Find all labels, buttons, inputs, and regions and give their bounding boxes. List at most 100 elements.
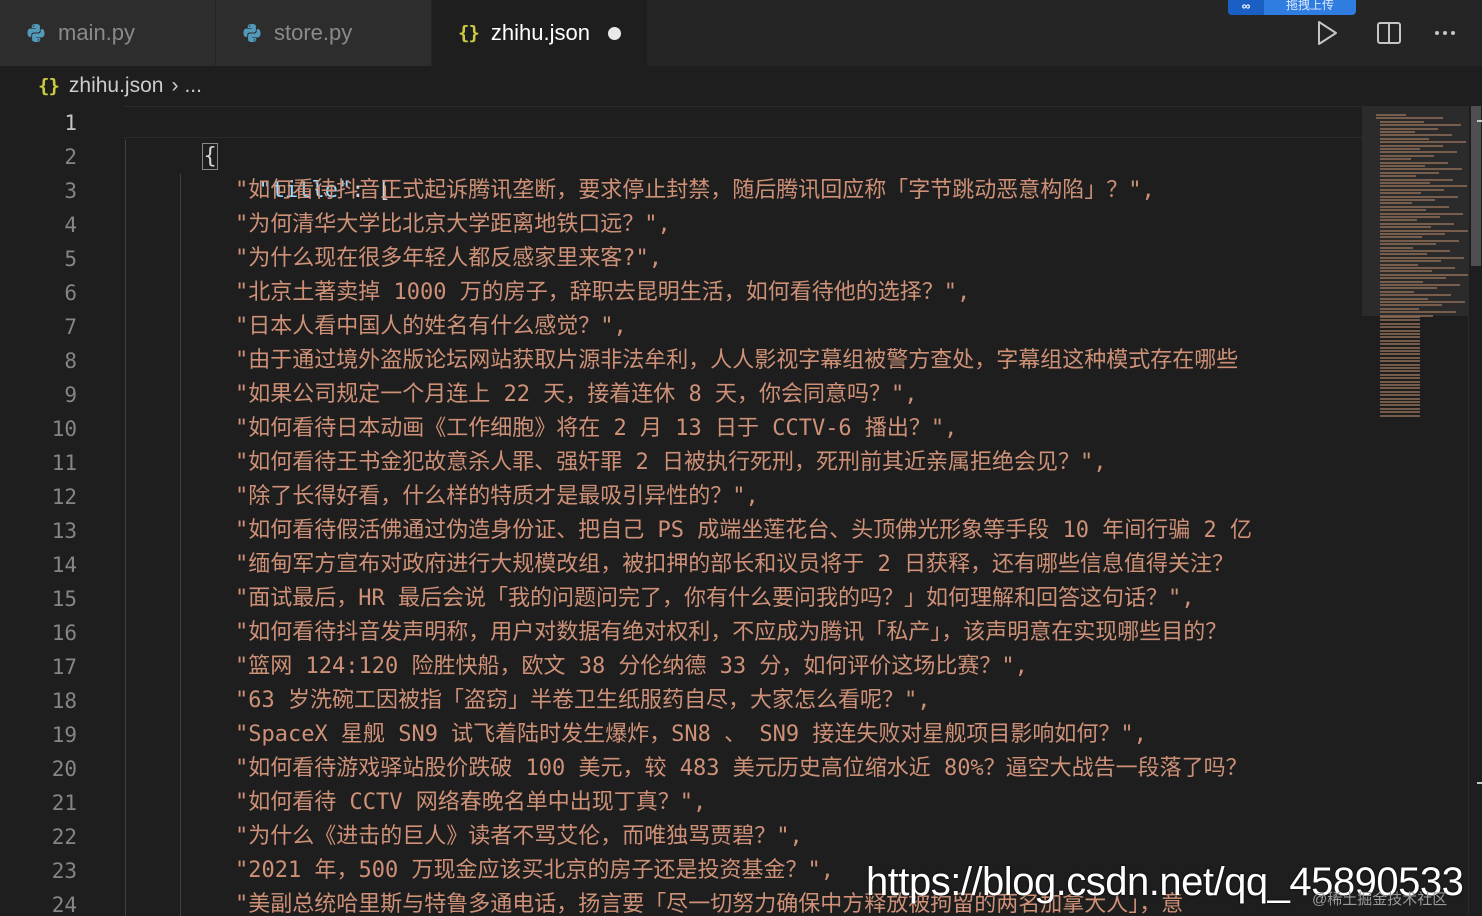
minimap-line [1380,267,1455,269]
minimap[interactable] [1362,106,1470,916]
json-braces-icon: {} [38,75,60,97]
minimap-line [1380,171,1439,174]
run-button[interactable] [1312,0,1342,66]
minimap-line [1380,195,1458,198]
minimap-line [1380,350,1420,352]
minimap-line [1380,158,1411,161]
minimap-line [1380,205,1449,208]
line-number: 23 [51,859,77,883]
json-string-line: "由于通过境外盗版论坛网站获取片源非法牟利，人人影视字幕组被警方查处，字幕组这种… [235,348,1239,373]
minimap-line [1380,148,1420,150]
unsaved-dot-icon[interactable] [607,26,621,40]
minimap-line [1380,326,1420,329]
minimap-line [1380,287,1437,290]
json-string-line: "为何清华大学比北京大学距离地铁口远？", [235,212,671,237]
upload-label: 拖拽上传 [1285,0,1334,12]
chevron-right-icon: › [171,74,179,97]
tab-label: zhihu.json [490,20,590,45]
line-number: 3 [64,179,77,203]
json-string-line: "北京土著卖掉 1000 万的房子，辞职去昆明生活，如何看待他的选择？", [235,280,971,305]
minimap-line [1380,134,1452,137]
minimap-line [1380,226,1431,229]
minimap-line [1380,263,1418,266]
minimap-line [1380,360,1420,363]
minimap-line [1380,273,1469,276]
code-line-1: { [124,106,218,170]
code-area[interactable]: { "title": [ "如何看待抖音正式起诉腾讯垄断，要求停止封禁，随后腾讯… [124,106,1362,916]
minimap-line [1380,192,1421,195]
line-number: 19 [51,723,77,747]
json-string-line: "如何看待抖音正式起诉腾讯垄断，要求停止封禁，随后腾讯回应称「字节跳动恶意构陷」… [235,178,1155,203]
minimap-line [1380,319,1420,322]
json-string-line: "除了长得好看，什么样的特质才是最吸引异性的？", [235,484,759,509]
json-string-line: "如何看待王书金犯故意杀人罪、强奸罪 2 日被执行死刑，死刑前其近亲属拒绝会见？… [235,450,1107,475]
scrollbar-thumb[interactable] [1471,106,1481,266]
json-string-line: "面试最后，HR 最后会说「我的问题问完了，你有什么要问我的吗？」如何理解和回答… [235,586,1195,611]
scrollbar-marker [1477,782,1482,784]
minimap-line [1380,137,1429,140]
vertical-scrollbar[interactable] [1468,106,1482,916]
minimap-line [1380,384,1420,386]
minimap-line [1380,373,1420,376]
minimap-line [1380,260,1441,263]
breadcrumb-rest[interactable]: ... [184,74,202,98]
json-string-line: "缅甸军方宣布对政府进行大规模改组，被扣押的部长和议员将于 2 日获释，还有哪些… [235,552,1234,577]
code-editor[interactable]: 1 2 3 4 5 6 7 8 9 10 11 12 13 14 15 16 17 18 19 20 21 22 23 24 … [0,106,1482,916]
minimap-line [1380,219,1417,222]
minimap-line [1380,233,1445,235]
line-number: 16 [51,621,77,645]
minimap-line [1380,199,1435,201]
minimap-line [1380,367,1420,369]
minimap-line [1380,322,1420,325]
minimap-line [1380,212,1463,215]
tab-store-py[interactable]: store.py [216,0,432,66]
minimap-line [1380,239,1459,242]
line-number: 2 [64,145,77,169]
line-number: 24 [51,893,77,916]
line-number: 13 [51,519,77,543]
minimap-line [1380,307,1419,310]
minimap-line [1380,222,1454,225]
minimap-line [1380,185,1467,188]
line-number: 4 [64,213,77,237]
minimap-line [1380,168,1462,171]
split-editor-button[interactable] [1374,0,1404,66]
minimap-line [1380,353,1420,356]
json-string-line: "63 岁洗碗工因被指「盗窃」半卷卫生纸服药自尽，大家怎么看呢？", [235,688,931,713]
line-number: 1 [64,111,77,135]
ellipsis-icon [1435,31,1455,35]
indent-guide [180,174,181,916]
minimap-line [1380,182,1430,184]
minimap-line [1380,346,1420,349]
more-actions-button[interactable] [1430,0,1460,66]
minimap-line [1380,127,1438,130]
minimap-line [1380,394,1420,397]
minimap-line [1380,229,1468,232]
minimap-line [1380,141,1466,144]
tab-main-py[interactable]: main.py [0,0,216,66]
json-string-line: "篮网 124:120 险胜快船，欧文 38 分伦纳德 33 分，如何评价这场比… [235,654,1028,679]
line-number: 12 [51,485,77,509]
minimap-line [1380,216,1440,218]
tab-label: store.py [274,20,353,45]
json-string-line: "2021 年，500 万现金应该买北京的房子还是投资基金？", [235,858,834,883]
minimap-line [1380,202,1412,205]
minimap-line [1380,154,1434,157]
minimap-line [1380,316,1420,318]
minimap-line [1380,404,1420,407]
minimap-line [1380,301,1465,303]
line-number: 18 [51,689,77,713]
breadcrumb-file[interactable]: zhihu.json [69,74,164,98]
watermark-sub: @稀土掘金技术社区 [1312,891,1448,908]
tab-bar: main.py store.py {} zhihu.json ∞ 拖拽上传 [0,0,1482,66]
json-string-line: "如何看待假活佛通过伪造身份证、把自己 PS 成端坐莲花台、头顶佛光形象等手段 … [235,518,1252,543]
split-editor-icon [1377,22,1401,44]
line-number: 17 [51,655,77,679]
line-number: 9 [64,383,77,407]
json-string-line: "如何看待日本动画《工作细胞》将在 2 月 13 日于 CCTV-6 播出？", [235,416,958,441]
minimap-line [1380,377,1420,380]
line-number: 15 [51,587,77,611]
tab-zhihu-json[interactable]: {} zhihu.json [432,0,648,66]
minimap-line [1380,178,1453,181]
indent-guide [125,140,126,916]
